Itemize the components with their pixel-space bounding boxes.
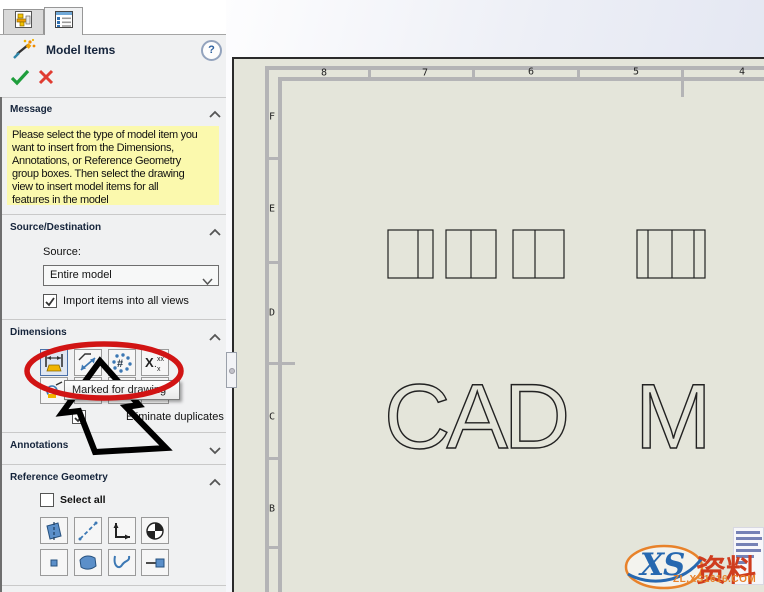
ok-button[interactable]	[10, 68, 30, 91]
divider	[0, 464, 226, 465]
refgeo-button-coordinate-system[interactable]	[108, 517, 136, 544]
panel-title: Model Items	[46, 43, 116, 57]
reference-geometry-collapse-chevron-up-icon[interactable]	[208, 474, 222, 486]
divider	[0, 97, 226, 98]
watermark-site-url: ZL.XS1616.COM	[673, 574, 757, 585]
divider	[0, 319, 226, 320]
top-ruler-label: 8	[320, 67, 328, 79]
refgeo-button-origin-point[interactable]	[141, 517, 169, 544]
property-manager-panel: Model Items ? Message Please select the …	[0, 0, 226, 592]
outline-text-m: M	[635, 366, 712, 468]
source-destination-header: Source/Destination	[10, 222, 102, 233]
watermark-site-name: 资料网	[696, 554, 756, 589]
source-label: Source:	[43, 246, 81, 258]
dimension-button-marked-for-drawing[interactable]	[40, 349, 68, 376]
sheet-border-lines	[265, 66, 764, 592]
left-ruler-label: E	[268, 203, 276, 215]
top-ruler-label: 6	[527, 66, 535, 78]
select-all-checkbox[interactable]	[40, 493, 54, 507]
svg-text:X: X	[145, 355, 154, 370]
message-header: Message	[10, 104, 53, 115]
display-pane-tab-icon	[54, 10, 73, 33]
panel-tab-bar	[0, 0, 226, 35]
divider	[0, 585, 226, 586]
refgeo-button-curve[interactable]	[108, 549, 136, 576]
reference-geometry-header: Reference Geometry	[10, 472, 108, 483]
sheet-graphics: CAD M	[265, 66, 764, 592]
left-ruler-label: C	[268, 411, 276, 423]
refgeo-button-axis[interactable]	[74, 517, 102, 544]
tab-display-pane[interactable]	[44, 7, 83, 35]
refgeo-button-surface[interactable]	[74, 549, 102, 576]
divider	[0, 432, 226, 433]
refgeo-button-mate-reference[interactable]	[141, 549, 169, 576]
svg-text:x: x	[157, 366, 161, 373]
top-ruler-label: 7	[421, 67, 429, 79]
annotations-header: Annotations	[10, 440, 69, 451]
dimensions-header: Dimensions	[10, 327, 67, 338]
left-ruler-label: B	[268, 503, 276, 515]
eliminate-duplicates-checkbox[interactable]	[72, 410, 86, 424]
dimensions-collapse-chevron-up-icon[interactable]	[208, 329, 222, 341]
cancel-button[interactable]	[37, 68, 55, 91]
source-dropdown[interactable]: Entire model	[43, 265, 219, 286]
eliminate-duplicates-label: Eliminate duplicates	[126, 411, 224, 423]
svg-text:xx: xx	[157, 356, 165, 363]
tooltip-marked-for-drawing: Marked for drawing	[64, 380, 180, 400]
outline-text-cad: CAD	[384, 366, 567, 468]
svg-text:#: #	[117, 358, 123, 370]
dropdown-chevron-down-icon	[202, 273, 213, 292]
tab-property-manager[interactable]	[3, 9, 44, 34]
property-manager-tab-icon	[15, 11, 32, 33]
panel-title-row: Model Items ?	[0, 38, 226, 64]
message-body: Please select the type of model item you…	[7, 126, 219, 206]
import-items-label: Import items into all views	[63, 295, 189, 307]
drawing-viewport: CAD M 8 7 6 5 4 F E D C B XS 资料网 ZL.XS16	[226, 0, 764, 592]
left-ruler-label: F	[268, 111, 276, 123]
help-icon[interactable]: ?	[201, 40, 222, 61]
top-ruler-label: 5	[632, 66, 640, 78]
refgeo-button-point[interactable]	[40, 549, 68, 576]
outline-box-glyphs	[387, 229, 706, 279]
annotations-expand-chevron-down-icon[interactable]	[208, 442, 222, 455]
source-destination-collapse-chevron-up-icon[interactable]	[208, 224, 222, 236]
select-all-label: Select all	[60, 494, 106, 506]
message-collapse-chevron-up-icon[interactable]	[208, 106, 222, 118]
dimension-button-toleranced-dimensions[interactable]: X . xx x	[141, 349, 169, 376]
dimension-button-not-marked-for-drawing[interactable]	[74, 349, 102, 376]
source-dropdown-value: Entire model	[50, 269, 112, 281]
left-ruler-label: D	[268, 307, 276, 319]
panel-splitter-handle[interactable]	[226, 352, 237, 388]
divider	[0, 214, 226, 215]
top-ruler-label: 4	[738, 66, 746, 78]
dimension-button-hole-wizard-locations[interactable]: #	[108, 349, 136, 376]
model-items-wand-icon	[11, 38, 37, 65]
import-items-checkbox[interactable]	[43, 294, 57, 308]
screen-left-edge	[0, 97, 2, 592]
refgeo-button-plane[interactable]	[40, 517, 68, 544]
solidworks-window: Model Items ? Message Please select the …	[0, 0, 764, 592]
splitter-grip-icon	[229, 368, 235, 374]
